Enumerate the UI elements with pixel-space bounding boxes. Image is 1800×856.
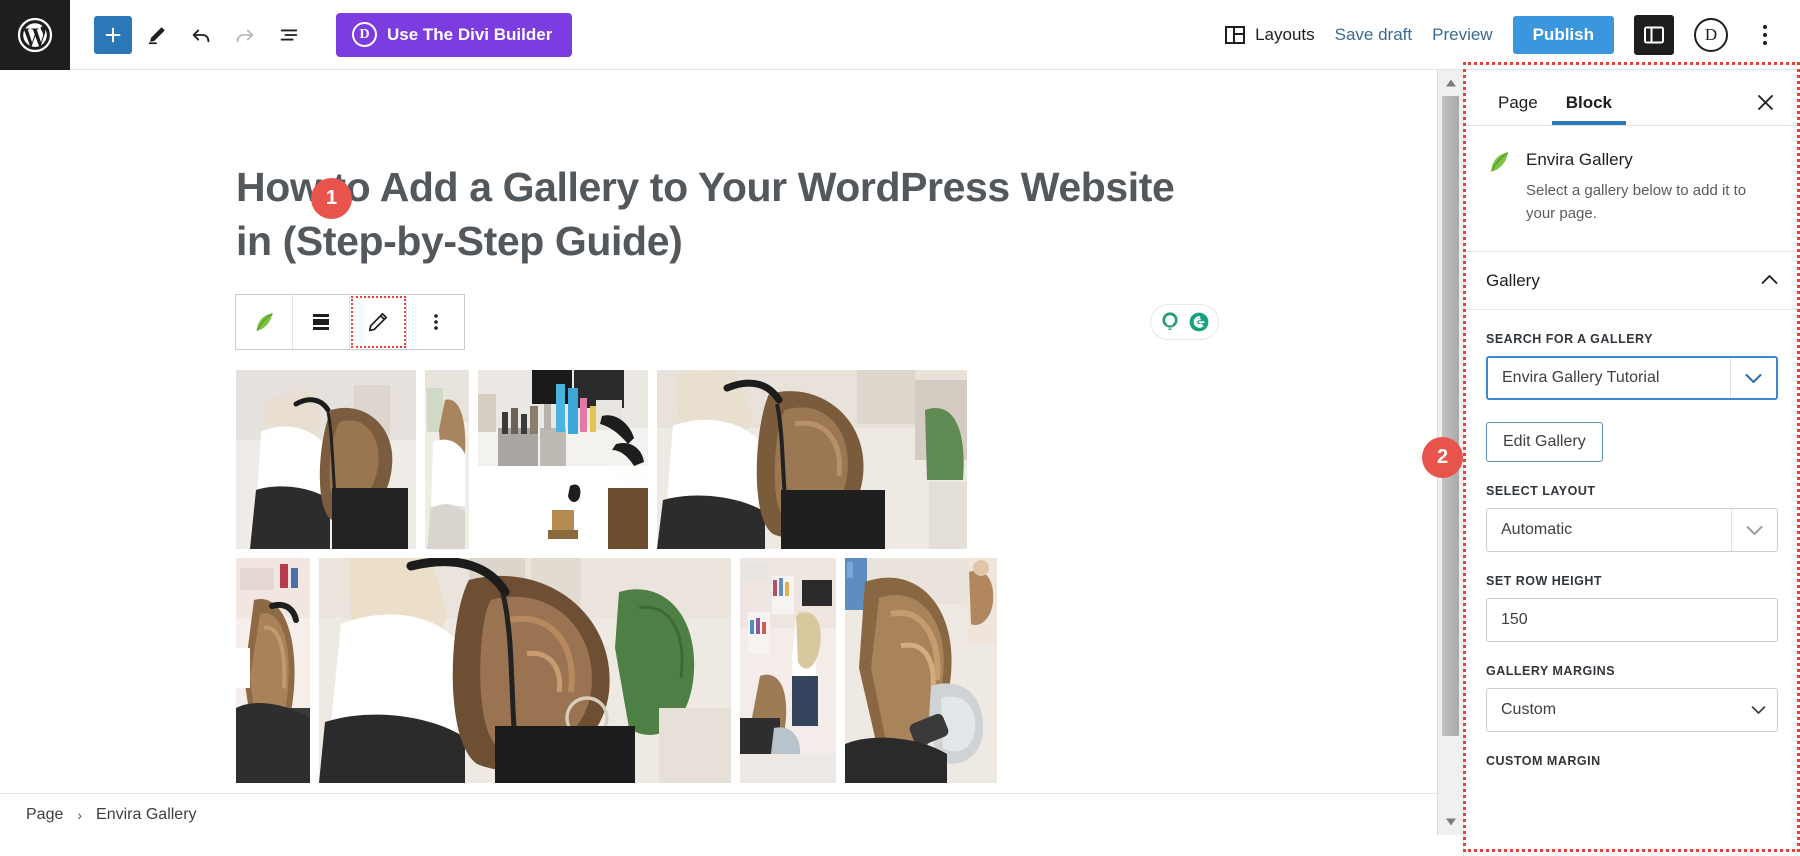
block-settings-sidebar: Page Block Envira Gallery Select a galle… (1463, 70, 1800, 856)
plugin-badges (1150, 304, 1219, 340)
tab-block[interactable]: Block (1552, 93, 1626, 125)
callout-2: 2 (1422, 437, 1463, 478)
undo-button[interactable] (182, 16, 220, 54)
select-layout-value: Automatic (1501, 521, 1573, 538)
gallery-row (236, 558, 1216, 783)
layouts-icon (1225, 25, 1246, 44)
toolbar-left-tools: D Use The Divi Builder (70, 12, 573, 57)
gallery-row (236, 370, 1216, 549)
divi-badge-icon: D (352, 22, 377, 47)
breadcrumb-item-envira-gallery[interactable]: Envira Gallery (96, 806, 196, 824)
gallery-section-title: Gallery (1486, 270, 1540, 290)
toolbar-right-tools: Layouts Save draft Preview Publish D (1224, 14, 1800, 55)
callout-1: 1 (311, 178, 352, 219)
field-custom-margin: CUSTOM MARGIN (1486, 754, 1778, 768)
callout-1-number: 1 (325, 187, 338, 209)
envira-leaf-icon (256, 312, 273, 332)
select-layout-label: SELECT LAYOUT (1486, 484, 1596, 498)
callout-2-number: 2 (1436, 446, 1449, 468)
layouts-button[interactable]: Layouts (1224, 24, 1315, 46)
chevron-down-icon[interactable] (1730, 358, 1776, 398)
breadcrumb-separator-icon: › (77, 806, 83, 823)
grammarly-icon[interactable] (1186, 309, 1212, 335)
scroll-down-arrow-icon[interactable] (1438, 809, 1464, 835)
block-info: Envira Gallery Select a gallery below to… (1464, 126, 1800, 252)
scroll-up-arrow-icon[interactable] (1438, 70, 1464, 96)
align-full-icon (313, 314, 329, 330)
row-height-label: SET ROW HEIGHT (1486, 574, 1603, 588)
chevron-down-icon[interactable] (1739, 689, 1777, 731)
custom-margin-label: CUSTOM MARGIN (1486, 754, 1601, 768)
edit-gallery-pencil-button[interactable] (350, 295, 407, 349)
select-layout-select[interactable]: Automatic (1486, 508, 1778, 552)
gallery-margins-value: Custom (1501, 701, 1557, 718)
add-block-button[interactable] (94, 15, 132, 54)
gallery-image[interactable] (425, 370, 469, 549)
breadcrumb-item-page[interactable]: Page (26, 806, 63, 824)
block-title: Envira Gallery (1526, 150, 1633, 169)
scrollbar-thumb[interactable] (1442, 96, 1459, 736)
seo-bulb-icon[interactable] (1157, 309, 1183, 335)
field-gallery-margins: GALLERY MARGINS Custom (1486, 664, 1778, 732)
block-description: Select a gallery below to add it to your… (1526, 182, 1747, 222)
sidebar-tabs: Page Block (1464, 70, 1800, 126)
breadcrumb: Page › Envira Gallery (0, 793, 1437, 835)
page-title[interactable]: How to Add a Gallery to Your WordPress W… (236, 160, 1176, 268)
chevron-up-icon[interactable] (1761, 272, 1778, 290)
gallery-image[interactable] (478, 370, 648, 549)
wordpress-logo-icon[interactable] (0, 0, 70, 70)
search-gallery-select[interactable]: Envira Gallery Tutorial (1486, 356, 1778, 400)
search-gallery-value: Envira Gallery Tutorial (1502, 369, 1660, 386)
close-icon[interactable] (1750, 87, 1780, 117)
gallery-image[interactable] (236, 370, 416, 549)
block-more-options-button[interactable] (407, 295, 464, 349)
edit-mode-button[interactable] (138, 16, 176, 54)
gallery-margins-label: GALLERY MARGINS (1486, 664, 1616, 678)
list-view-button[interactable] (270, 16, 308, 54)
top-toolbar: D Use The Divi Builder Layouts Save draf… (0, 0, 1800, 70)
field-edit-gallery: Edit Gallery (1486, 422, 1778, 462)
use-divi-builder-button[interactable]: D Use The Divi Builder (336, 12, 573, 57)
tab-page[interactable]: Page (1484, 93, 1552, 125)
sidebar-toggle-icon[interactable] (1634, 14, 1674, 55)
field-row-height: SET ROW HEIGHT 150 (1486, 574, 1778, 642)
gallery-section-header[interactable]: Gallery (1464, 252, 1800, 310)
vertical-dots-icon (433, 314, 438, 330)
chevron-down-icon[interactable] (1731, 509, 1777, 551)
divi-button-label: Use The Divi Builder (387, 24, 553, 44)
block-align-button[interactable] (293, 295, 350, 349)
gallery-settings-body: SEARCH FOR A GALLERY Envira Gallery Tuto… (1464, 310, 1800, 800)
more-options-icon[interactable] (1748, 16, 1782, 54)
publish-button[interactable]: Publish (1512, 15, 1614, 54)
block-toolbar (235, 294, 465, 350)
divi-circle-icon[interactable]: D (1694, 17, 1728, 52)
pencil-icon (368, 312, 388, 332)
gallery-margins-select[interactable]: Custom (1486, 688, 1778, 732)
search-gallery-label: SEARCH FOR A GALLERY (1486, 332, 1653, 346)
layouts-label: Layouts (1255, 24, 1315, 44)
block-type-envira-icon[interactable] (236, 295, 293, 349)
redo-button[interactable] (226, 16, 264, 54)
gallery-image[interactable] (319, 558, 731, 783)
field-select-layout: SELECT LAYOUT Automatic (1486, 484, 1778, 552)
gallery-image[interactable] (845, 558, 997, 783)
gallery-image[interactable] (657, 370, 967, 549)
editor-window: D Use The Divi Builder Layouts Save draf… (0, 0, 1800, 856)
gallery-image[interactable] (740, 558, 836, 783)
editor-canvas: How to Add a Gallery to Your WordPress W… (0, 70, 1437, 835)
envira-gallery-grid[interactable] (236, 370, 1216, 792)
gallery-image[interactable] (236, 558, 310, 783)
field-search-gallery: SEARCH FOR A GALLERY Envira Gallery Tuto… (1486, 332, 1778, 400)
save-draft-button[interactable]: Save draft (1335, 25, 1413, 45)
preview-button[interactable]: Preview (1432, 25, 1492, 45)
envira-leaf-icon (1490, 151, 1509, 172)
row-height-input[interactable]: 150 (1486, 598, 1778, 642)
edit-gallery-button[interactable]: Edit Gallery (1486, 422, 1603, 462)
